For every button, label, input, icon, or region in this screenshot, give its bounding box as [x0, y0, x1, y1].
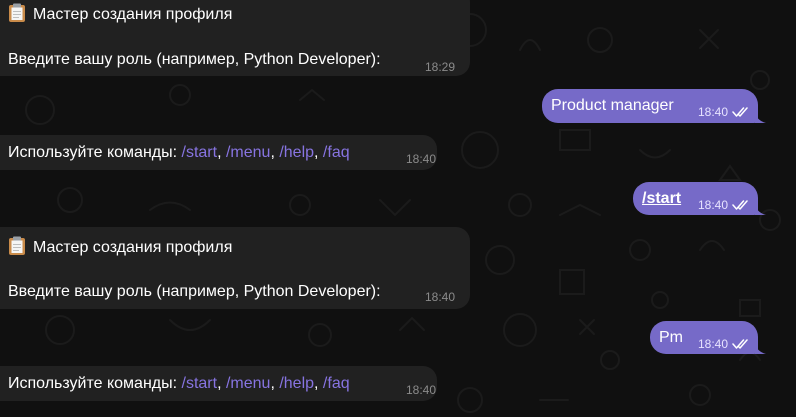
bubble-tail	[755, 201, 766, 215]
command-faq-link[interactable]: /faq	[323, 144, 350, 161]
message-time: 18:40	[698, 198, 729, 212]
wizard-title-line: Мастер создания профиля	[8, 3, 232, 25]
commands-prefix: Используйте команды:	[8, 375, 182, 392]
separator: ,	[217, 144, 226, 161]
message-time: 18:40	[698, 337, 729, 351]
command-faq-link[interactable]: /faq	[323, 375, 350, 392]
message-time: 18:40	[406, 152, 437, 166]
separator: ,	[314, 375, 323, 392]
command-start-link[interactable]: /start	[182, 375, 218, 392]
incoming-message: Используйте команды: /start, /menu, /hel…	[0, 366, 437, 401]
outgoing-message: Pm 18:40	[650, 321, 758, 354]
command-menu-link[interactable]: /menu	[226, 144, 270, 161]
incoming-message: Используйте команды: /start, /menu, /hel…	[0, 135, 437, 170]
separator: ,	[217, 375, 226, 392]
message-text: Введите вашу роль (например, Python Deve…	[8, 283, 381, 300]
wizard-title: Мастер создания профиля	[33, 239, 233, 256]
message-time: 18:40	[698, 105, 729, 119]
commands-prefix: Используйте команды:	[8, 144, 182, 161]
command-menu-link[interactable]: /menu	[226, 375, 270, 392]
separator: ,	[314, 144, 323, 161]
incoming-message: Мастер создания профиля Введите вашу рол…	[0, 227, 470, 309]
command-help-link[interactable]: /help	[279, 144, 314, 161]
double-check-icon	[732, 339, 748, 349]
command-start-link[interactable]: /start	[642, 189, 681, 209]
message-time: 18:29	[425, 60, 456, 74]
message-text: Pm	[659, 329, 683, 346]
separator: ,	[270, 144, 280, 161]
separator: ,	[270, 375, 280, 392]
bubble-tail	[755, 109, 766, 123]
message-text: Введите вашу роль (например, Python Deve…	[8, 51, 381, 68]
clipboard-icon	[9, 3, 25, 22]
wizard-title-line: Мастер создания профиля	[8, 236, 232, 258]
command-start-link[interactable]: /start	[182, 144, 218, 161]
bubble-tail	[755, 340, 766, 354]
double-check-icon	[732, 107, 748, 117]
command-help-link[interactable]: /help	[279, 375, 314, 392]
commands-line: Используйте команды: /start, /menu, /hel…	[8, 143, 350, 163]
incoming-message: Мастер создания профиля Введите вашу рол…	[0, 0, 470, 76]
message-text: Product manager	[551, 97, 674, 114]
message-time: 18:40	[406, 383, 437, 397]
outgoing-message: Product manager 18:40	[542, 89, 758, 123]
message-time: 18:40	[425, 290, 456, 304]
outgoing-message: /start 18:40	[633, 182, 758, 215]
double-check-icon	[732, 200, 748, 210]
clipboard-icon	[9, 236, 25, 255]
wizard-title: Мастер создания профиля	[33, 6, 233, 23]
commands-line: Используйте команды: /start, /menu, /hel…	[8, 374, 350, 394]
